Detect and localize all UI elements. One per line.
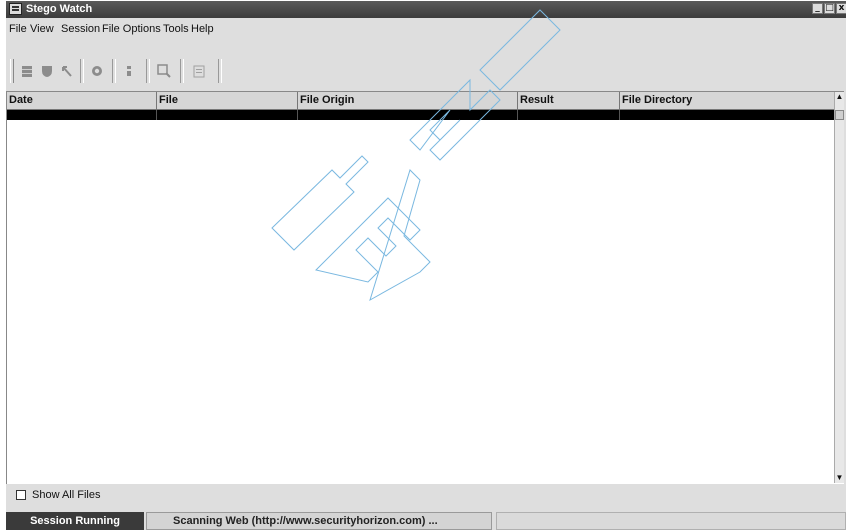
column-header-file-origin[interactable]: File Origin xyxy=(298,92,518,110)
status-panel xyxy=(496,512,846,530)
column-header-file[interactable]: File xyxy=(157,92,298,110)
document-icon[interactable] xyxy=(188,60,210,82)
file-list[interactable]: Date File File Origin Result File Direct… xyxy=(6,91,844,484)
app-icon xyxy=(9,3,22,15)
vertical-scrollbar[interactable]: ▲ ▼ xyxy=(834,92,844,483)
app-window: Stego Watch _ □ x File View Session File… xyxy=(6,1,846,530)
toolbar-separator xyxy=(180,59,184,83)
row-cell xyxy=(157,110,298,120)
status-bar: Session Running Scanning Web (http://www… xyxy=(6,510,846,530)
title-bar: Stego Watch _ □ x xyxy=(6,1,846,18)
row-cell xyxy=(620,110,835,120)
list-header: Date File File Origin Result File Direct… xyxy=(7,92,835,110)
column-header-result[interactable]: Result xyxy=(518,92,620,110)
show-all-files-checkbox[interactable] xyxy=(16,490,26,500)
record-icon[interactable] xyxy=(86,60,108,82)
toolbar-separator xyxy=(112,59,116,83)
window-title: Stego Watch xyxy=(26,3,93,15)
menu-bar: File View Session File Options Tools Hel… xyxy=(6,19,846,39)
search-icon[interactable] xyxy=(153,60,175,82)
column-header-date[interactable]: Date xyxy=(7,92,157,110)
shield-icon[interactable] xyxy=(36,60,58,82)
info-icon[interactable] xyxy=(118,60,140,82)
stop-icon[interactable] xyxy=(16,60,38,82)
scroll-up-arrow-icon[interactable]: ▲ xyxy=(835,92,844,102)
toolbar-separator xyxy=(80,59,84,83)
maximize-button[interactable]: □ xyxy=(824,3,835,14)
wand-icon[interactable] xyxy=(56,60,78,82)
row-cell xyxy=(298,110,518,120)
session-status: Session Running xyxy=(6,512,144,530)
column-header-file-directory[interactable]: File Directory xyxy=(620,92,835,110)
menu-file-options[interactable]: File Options xyxy=(99,19,164,35)
show-all-files-option[interactable]: Show All Files xyxy=(16,489,100,501)
selected-row[interactable] xyxy=(7,110,835,120)
row-cell xyxy=(518,110,620,120)
close-button[interactable]: x xyxy=(836,3,846,14)
scroll-down-arrow-icon[interactable]: ▼ xyxy=(835,473,844,483)
toolbar-grip[interactable] xyxy=(10,59,14,83)
menu-tools[interactable]: Tools xyxy=(160,19,192,35)
row-cell xyxy=(7,110,157,120)
toolbar-separator xyxy=(218,59,222,83)
menu-session[interactable]: Session xyxy=(58,19,103,35)
menu-view[interactable]: View xyxy=(27,19,57,35)
toolbar-separator xyxy=(146,59,150,83)
menu-help[interactable]: Help xyxy=(188,19,217,35)
scroll-thumb[interactable] xyxy=(835,110,844,120)
status-message: Scanning Web (http://www.securityhorizon… xyxy=(146,512,492,530)
show-all-files-label: Show All Files xyxy=(32,489,101,501)
minimize-button[interactable]: _ xyxy=(812,3,823,14)
toolbar xyxy=(6,53,846,87)
